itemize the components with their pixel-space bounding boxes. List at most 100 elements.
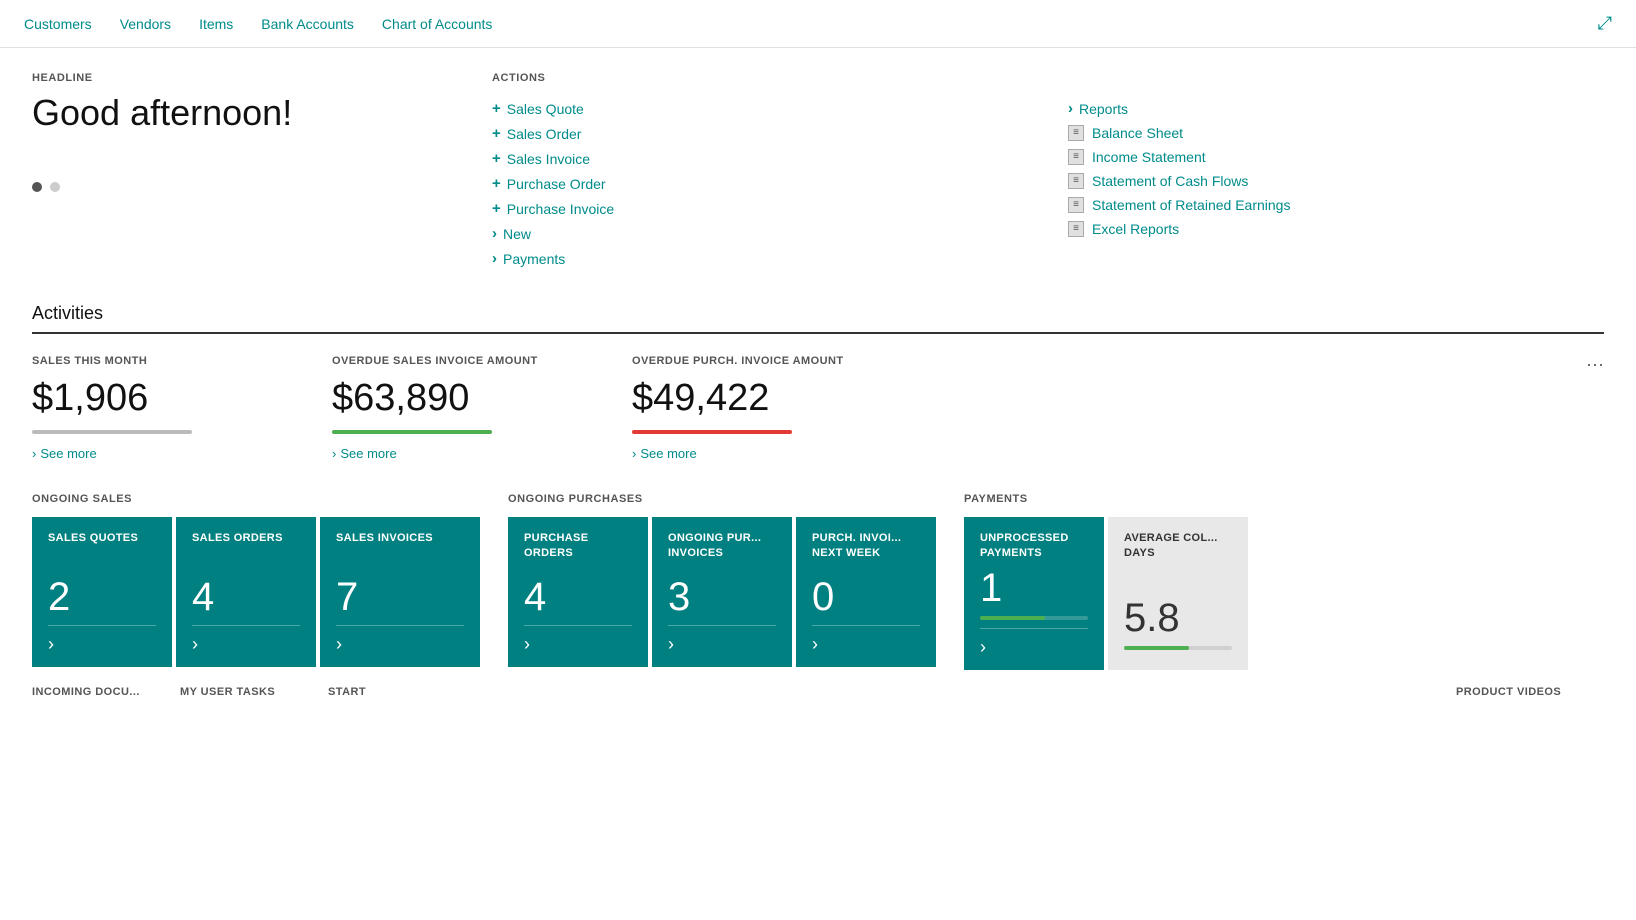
tile-sales-orders[interactable]: SALES ORDERS 4 › — [176, 517, 316, 667]
action-cash-flows[interactable]: ≡ Statement of Cash Flows — [1068, 169, 1604, 193]
tile-value: 1 — [980, 568, 1088, 616]
action-label: Purchase Invoice — [507, 201, 614, 217]
tile-label: SALES ORDERS — [192, 531, 300, 545]
tile-label: UNPROCESSED PAYMENTS — [980, 531, 1088, 560]
tile-sales-quotes[interactable]: SALES QUOTES 2 › — [32, 517, 172, 667]
nav-bank-accounts[interactable]: Bank Accounts — [261, 16, 354, 32]
action-balance-sheet[interactable]: ≡ Balance Sheet — [1068, 121, 1604, 145]
action-new[interactable]: › New — [492, 221, 1028, 246]
ongoing-sales-tiles: SALES QUOTES 2 › SALES ORDERS 4 › SALES … — [32, 517, 484, 667]
nav-chart-of-accounts[interactable]: Chart of Accounts — [382, 16, 493, 32]
report-icon: ≡ — [1068, 173, 1084, 189]
tile-purch-invoi-next-week[interactable]: PURCH. INVOI... NEXT WEEK 0 › — [796, 517, 936, 667]
report-icon: ≡ — [1068, 221, 1084, 237]
action-label: Balance Sheet — [1092, 125, 1183, 141]
action-label: Payments — [503, 251, 565, 267]
chevron-right-icon: › — [632, 446, 636, 461]
tile-purchase-orders[interactable]: PURCHASE ORDERS 4 › — [508, 517, 648, 667]
action-sales-invoice[interactable]: + Sales Invoice — [492, 146, 1028, 171]
nav-customers[interactable]: Customers — [24, 16, 92, 32]
activity-card-overdue-sales: OVERDUE SALES INVOICE AMOUNT $63,890 › S… — [332, 354, 592, 461]
actions-col2: › Reports ≡ Balance Sheet ≡ Income State… — [1068, 96, 1604, 271]
bottom-label-incoming: INCOMING DOCU... — [32, 686, 176, 698]
report-icon: ≡ — [1068, 197, 1084, 213]
actions-section: ACTIONS + Sales Quote + Sales Order + Sa… — [492, 72, 1604, 271]
tile-value: 0 — [812, 568, 920, 625]
activities-more-icon[interactable]: ··· — [1586, 354, 1604, 375]
tile-arrow: › — [980, 628, 1088, 658]
headline-section: HEADLINE Good afternoon! — [32, 72, 412, 271]
action-excel-reports[interactable]: ≡ Excel Reports — [1068, 217, 1604, 241]
action-label: Sales Quote — [507, 101, 584, 117]
action-sales-order[interactable]: + Sales Order — [492, 121, 1028, 146]
expand-icon[interactable]: ⤢ — [1598, 13, 1612, 34]
bottom-label-start: START — [328, 686, 472, 698]
tile-label: SALES INVOICES — [336, 531, 464, 545]
action-label: Purchase Order — [507, 176, 606, 192]
ongoing-purchases-tiles: PURCHASE ORDERS 4 › ONGOING PUR... INVOI… — [508, 517, 940, 667]
action-label: Statement of Retained Earnings — [1092, 197, 1290, 213]
tile-arrow: › — [336, 625, 464, 655]
payments-tiles: UNPROCESSED PAYMENTS 1 › AVERAGE COL... … — [964, 517, 1252, 670]
activity-bar — [632, 430, 792, 434]
action-payments[interactable]: › Payments — [492, 246, 1028, 271]
action-label: Sales Order — [507, 126, 582, 142]
chevron-right-icon: › — [332, 446, 336, 461]
tile-value: 4 — [524, 568, 632, 625]
nav-items[interactable]: Items — [199, 16, 233, 32]
tile-progress-bar-container — [1124, 646, 1232, 650]
action-purchase-invoice[interactable]: + Purchase Invoice — [492, 196, 1028, 221]
tile-average-col-days[interactable]: AVERAGE COL... DAYS 5.8 — [1108, 517, 1248, 670]
headline-label: HEADLINE — [32, 72, 412, 84]
report-icon: ≡ — [1068, 125, 1084, 141]
tile-arrow: › — [524, 625, 632, 655]
action-purchase-order[interactable]: + Purchase Order — [492, 171, 1028, 196]
bottom-label-user-tasks: MY USER TASKS — [180, 686, 324, 698]
see-more-link-2[interactable]: › See more — [632, 446, 892, 461]
tile-unprocessed-payments[interactable]: UNPROCESSED PAYMENTS 1 › — [964, 517, 1104, 670]
activity-bar — [32, 430, 192, 434]
action-reports[interactable]: › Reports — [1068, 96, 1604, 121]
tile-label: PURCHASE ORDERS — [524, 531, 632, 560]
tile-label: SALES QUOTES — [48, 531, 156, 545]
tile-sales-invoices[interactable]: SALES INVOICES 7 › — [320, 517, 480, 667]
tile-arrow: › — [48, 625, 156, 655]
activity-card-overdue-purch: OVERDUE PURCH. INVOICE AMOUNT $49,422 › … — [632, 354, 892, 461]
action-label: Sales Invoice — [507, 151, 590, 167]
activities-divider — [32, 332, 1604, 334]
payments-group: PAYMENTS UNPROCESSED PAYMENTS 1 › AVERAG… — [964, 493, 1252, 670]
activity-value: $49,422 — [632, 377, 892, 420]
tile-groups-row: ONGOING SALES SALES QUOTES 2 › SALES ORD… — [32, 493, 1604, 670]
action-label: Statement of Cash Flows — [1092, 173, 1248, 189]
action-sales-quote[interactable]: + Sales Quote — [492, 96, 1028, 121]
activity-label: OVERDUE PURCH. INVOICE AMOUNT — [632, 354, 892, 369]
see-more-link-1[interactable]: › See more — [332, 446, 592, 461]
actions-label: ACTIONS — [492, 72, 1604, 84]
tile-progress-bar-fill — [980, 616, 1045, 620]
action-label: Excel Reports — [1092, 221, 1179, 237]
headline-greeting: Good afternoon! — [32, 92, 412, 134]
activity-bar — [332, 430, 492, 434]
tile-label: PURCH. INVOI... NEXT WEEK — [812, 531, 920, 560]
tile-value: 3 — [668, 568, 776, 625]
dot-1[interactable] — [32, 182, 42, 192]
bottom-label-product-videos: PRODUCT VIDEOS — [1456, 686, 1600, 698]
tile-value: 4 — [192, 554, 300, 626]
dot-2[interactable] — [50, 182, 60, 192]
see-more-link-0[interactable]: › See more — [32, 446, 292, 461]
action-retained-earnings[interactable]: ≡ Statement of Retained Earnings — [1068, 193, 1604, 217]
action-prefix: + — [492, 100, 501, 117]
action-label: Reports — [1079, 101, 1128, 117]
tile-label: AVERAGE COL... DAYS — [1124, 531, 1232, 560]
tile-arrow: › — [192, 625, 300, 655]
report-icon: ≡ — [1068, 149, 1084, 165]
ongoing-purchases-label: ONGOING PURCHASES — [508, 493, 940, 505]
tile-progress-bar-fill — [1124, 646, 1189, 650]
action-label: Income Statement — [1092, 149, 1206, 165]
nav-vendors[interactable]: Vendors — [120, 16, 171, 32]
payments-label: PAYMENTS — [964, 493, 1252, 505]
tile-ongoing-pur-invoices[interactable]: ONGOING PUR... INVOICES 3 › — [652, 517, 792, 667]
activity-label: OVERDUE SALES INVOICE AMOUNT — [332, 354, 592, 369]
ongoing-sales-group: ONGOING SALES SALES QUOTES 2 › SALES ORD… — [32, 493, 484, 667]
action-income-statement[interactable]: ≡ Income Statement — [1068, 145, 1604, 169]
